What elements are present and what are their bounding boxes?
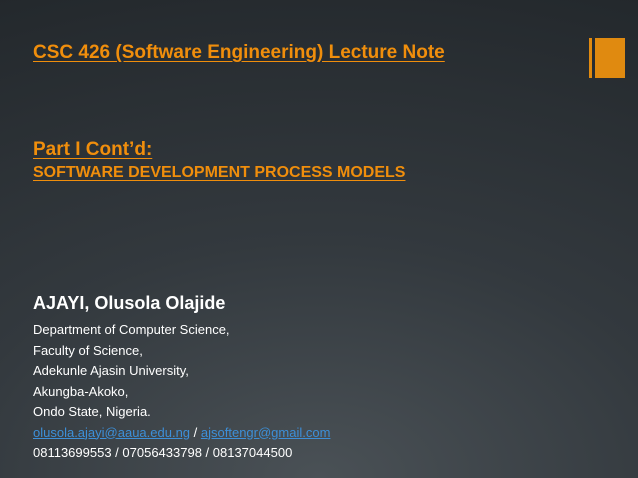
author-affiliation-block: Department of Computer Science, Faculty … (33, 320, 330, 464)
email-link-primary[interactable]: olusola.ajayi@aaua.edu.ng (33, 425, 190, 440)
affiliation-state: Ondo State, Nigeria. (33, 404, 151, 419)
email-line: olusola.ajayi@aaua.edu.ng / ajsoftengr@g… (33, 423, 330, 444)
title-slide: CSC 426 (Software Engineering) Lecture N… (0, 0, 638, 478)
affiliation-town: Akungba-Akoko, (33, 383, 129, 399)
accent-bars-decoration (589, 38, 625, 78)
affiliation-faculty: Faculty of Science, (33, 342, 143, 358)
affiliation-university: Adekunle Ajasin University, (33, 363, 189, 378)
affiliation-department: Department of Computer Science, (33, 322, 230, 337)
accent-bar-thin (589, 38, 592, 78)
phone-numbers: 08113699553 / 07056433798 / 08137044500 (33, 445, 293, 460)
slide-title: CSC 426 (Software Engineering) Lecture N… (33, 42, 445, 63)
part-subtitle: SOFTWARE DEVELOPMENT PROCESS MODELS (33, 164, 406, 181)
email-link-secondary[interactable]: ajsoftengr@gmail.com (201, 425, 331, 440)
accent-bar-thick (595, 38, 625, 78)
email-separator: / (190, 424, 201, 440)
author-name: AJAYI, Olusola Olajide (33, 293, 226, 313)
part-title: Part I Cont’d: (33, 139, 153, 160)
